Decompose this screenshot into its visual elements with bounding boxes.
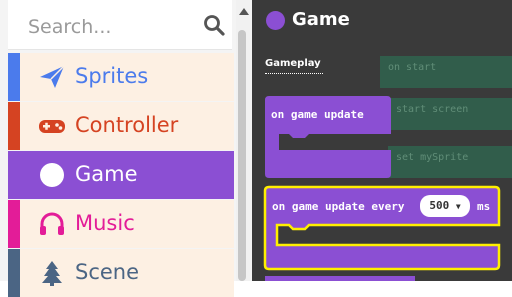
on-game-update-block[interactable]: on game update <box>265 96 391 178</box>
section-underline <box>265 73 323 74</box>
gamepad-icon <box>39 120 65 133</box>
flyout-title: Game <box>292 9 350 30</box>
section-label: Gameplay <box>265 58 321 69</box>
game-category-icon <box>266 11 285 30</box>
category-stripe <box>8 249 20 297</box>
tree-icon <box>42 261 62 286</box>
headphones-icon <box>40 212 64 235</box>
workspace-block: on start <box>380 56 512 88</box>
category-label: Sprites <box>75 64 149 88</box>
workspace-block: set mySprite <box>388 146 512 178</box>
category-stripe <box>8 102 20 150</box>
workspace-background-blocks: on start start screen set mySprite <box>380 56 512 206</box>
interval-dropdown[interactable]: 500 ▼ <box>420 195 470 217</box>
toolbox: Sprites Controller Game Music <box>0 0 252 297</box>
paper-plane-icon <box>40 65 65 88</box>
category-stripe <box>8 53 20 101</box>
category-scene[interactable]: Scene <box>8 249 234 297</box>
circle-icon <box>40 163 64 187</box>
block-label: on game update every <box>272 200 405 213</box>
search-box[interactable] <box>8 0 232 50</box>
scrollbar-thumb[interactable] <box>238 30 246 281</box>
interval-unit: ms <box>477 200 491 213</box>
on-game-update-every-block[interactable]: on game update every 500 ▼ ms <box>263 185 501 271</box>
category-music[interactable]: Music <box>8 200 234 248</box>
search-input[interactable] <box>26 12 190 42</box>
block-flyout: on start start screen set mySprite Game … <box>252 0 512 281</box>
interval-value: 500 <box>429 199 450 212</box>
category-label: Game <box>75 162 138 186</box>
category-sprites[interactable]: Sprites <box>8 53 234 101</box>
category-game[interactable]: Game <box>8 151 234 199</box>
category-controller[interactable]: Controller <box>8 102 234 150</box>
flyout-header: Game <box>252 0 512 40</box>
scroll-up-arrow-icon[interactable] <box>239 8 249 15</box>
category-label: Controller <box>75 113 179 137</box>
block-label: on game update <box>271 108 364 121</box>
category-label: Scene <box>75 260 140 284</box>
workspace-block: start screen <box>388 98 512 130</box>
category-stripe <box>8 151 20 199</box>
next-block-peek[interactable] <box>265 276 415 281</box>
search-icon[interactable] <box>202 13 226 37</box>
chevron-down-icon: ▼ <box>455 202 461 211</box>
category-label: Music <box>75 211 135 235</box>
category-stripe <box>8 200 20 248</box>
